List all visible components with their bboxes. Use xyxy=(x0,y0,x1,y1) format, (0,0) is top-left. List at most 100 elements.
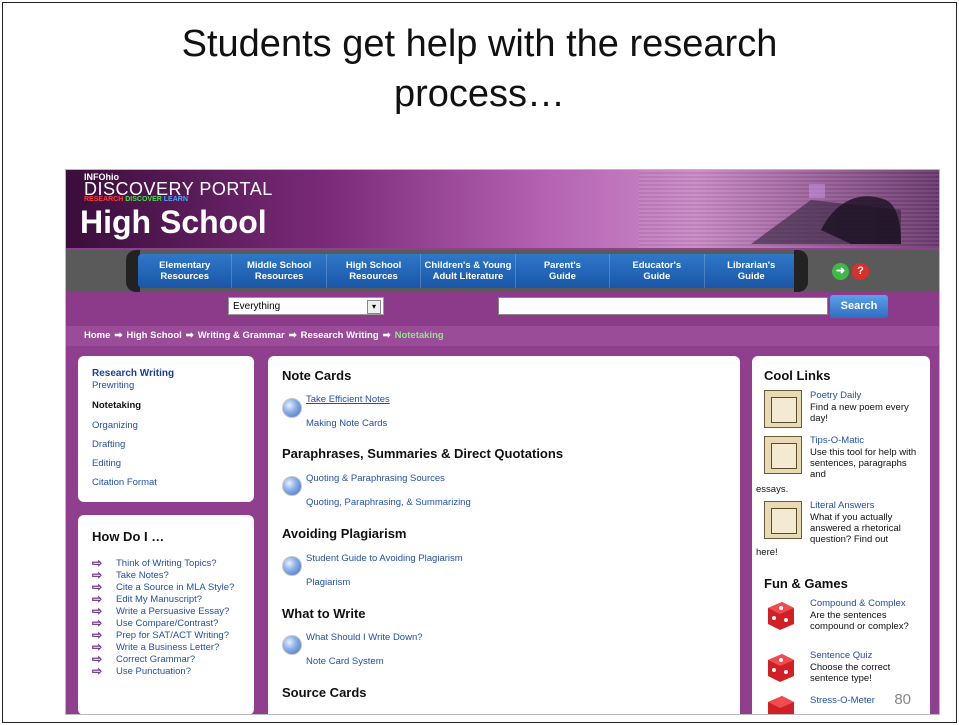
cool-links-heading: Cool Links xyxy=(764,368,831,383)
game-title[interactable]: Compound & Complex xyxy=(810,598,906,609)
resource-link[interactable]: What Should I Write Down? xyxy=(306,632,423,643)
slide: Students get help with the research proc… xyxy=(2,2,957,723)
sidebar-right: Cool Links Poetry Daily Find a new poem … xyxy=(752,356,930,714)
arrow-right-icon: ⇨ xyxy=(92,580,103,594)
main-content-panel: Note Cards Take Efficient Notes Making N… xyxy=(268,356,740,714)
page-number: 80 xyxy=(894,691,911,708)
sidebar-item-drafting[interactable]: Drafting xyxy=(92,439,125,450)
arrow-right-icon: ➡ xyxy=(114,330,123,341)
dice-icon xyxy=(768,654,794,682)
slide-title: Students get help with the research proc… xyxy=(3,19,956,119)
cool-link-desc-tail: here! xyxy=(756,547,778,558)
breadcrumb-research-writing[interactable]: Research Writing xyxy=(301,330,379,341)
sidebar-item-prewriting[interactable]: Prewriting xyxy=(92,380,134,391)
breadcrumb-current: Notetaking xyxy=(394,330,444,341)
list-item[interactable]: ⇨ Edit My Manuscript? xyxy=(92,593,202,605)
resource-link[interactable]: Quoting & Paraphrasing Sources xyxy=(306,473,445,484)
resource-link[interactable]: Note Card System xyxy=(306,656,384,667)
resource-link[interactable]: Student Guide to Avoiding Plagiarism xyxy=(306,553,463,564)
nav-librarians-guide[interactable]: Librarian's Guide xyxy=(705,254,798,288)
nav-middle-school-resources[interactable]: Middle School Resources xyxy=(232,254,327,288)
section-heading: Source Cards xyxy=(282,685,367,700)
cool-link-desc: Use this tool for help with sentences, p… xyxy=(810,447,917,480)
list-item[interactable]: ⇨ Write a Business Letter? xyxy=(92,641,219,653)
game-title[interactable]: Stress-O-Meter xyxy=(810,695,875,706)
search-scope-select[interactable]: Everything ▾ xyxy=(228,297,384,315)
book-icon xyxy=(764,501,802,539)
globe-icon xyxy=(282,398,302,418)
list-item[interactable]: ⇨ Prep for SAT/ACT Writing? xyxy=(92,629,229,641)
list-item[interactable]: ⇨ Use Punctuation? xyxy=(92,665,191,677)
globe-icon xyxy=(282,556,302,576)
list-item[interactable]: ⇨ Correct Grammar? xyxy=(92,653,195,665)
cool-link-desc-tail: essays. xyxy=(756,484,789,495)
nav-educators-guide[interactable]: Educator's Guide xyxy=(610,254,705,288)
nav-elementary-resources[interactable]: Elementary Resources xyxy=(138,254,233,288)
how-do-i-heading: How Do I … xyxy=(92,529,165,544)
cool-link-title[interactable]: Tips-O-Matic xyxy=(810,435,864,446)
globe-icon xyxy=(282,476,302,496)
cool-link-title[interactable]: Poetry Daily xyxy=(810,390,861,401)
slide-title-line-1: Students get help with the research xyxy=(181,23,778,65)
list-item[interactable]: ⇨ Write a Persuasive Essay? xyxy=(92,605,229,617)
book-icon xyxy=(764,436,802,474)
arrow-right-icon: ➡ xyxy=(288,330,297,341)
list-item[interactable]: ⇨ Take Notes? xyxy=(92,569,169,581)
main-nav: Elementary Resources Middle School Resourc… xyxy=(66,250,939,292)
how-do-i-panel: How Do I … ⇨ Think of Writing Topics? ⇨ Ta… xyxy=(78,515,254,714)
breadcrumb-writing-grammar[interactable]: Writing & Grammar xyxy=(198,330,285,341)
arrow-right-icon: ⇨ xyxy=(92,604,103,618)
fun-games-heading: Fun & Games xyxy=(764,576,848,591)
research-writing-heading[interactable]: Research Writing xyxy=(92,368,174,379)
nav-parents-guide[interactable]: Parent's Guide xyxy=(516,254,611,288)
section-heading: Note Cards xyxy=(282,368,352,383)
breadcrumb-high-school[interactable]: High School xyxy=(126,330,181,341)
arrow-right-icon: ⇨ xyxy=(92,568,103,582)
breadcrumb-home[interactable]: Home xyxy=(84,330,110,341)
arrow-right-icon: ➡ xyxy=(382,330,391,341)
resource-link[interactable]: Quoting, Paraphrasing, & Summarizing xyxy=(306,497,471,508)
arrow-right-icon: ➡ xyxy=(185,330,194,341)
cool-link-title[interactable]: Literal Answers xyxy=(810,500,874,511)
list-item[interactable]: ⇨ Think of Writing Topics? xyxy=(92,557,217,569)
arrow-right-icon: ⇨ xyxy=(92,616,103,630)
site-header: INFOhio DISCOVERY PORTAL RESEARCH DISCOV… xyxy=(66,170,939,248)
resource-link[interactable]: Take Efficient Notes xyxy=(306,394,390,405)
search-button[interactable]: Search xyxy=(830,295,888,318)
website-screenshot: INFOhio DISCOVERY PORTAL RESEARCH DISCOV… xyxy=(65,169,940,715)
book-icon xyxy=(764,390,802,428)
slide-title-line-2: process… xyxy=(393,73,566,115)
resource-link[interactable]: Plagiarism xyxy=(306,577,350,588)
nav-high-school-resources[interactable]: High School Resources xyxy=(327,254,422,288)
nav-childrens-literature[interactable]: Children's & Young Adult Literature xyxy=(421,254,516,288)
sidebar-item-citation-format[interactable]: Citation Format xyxy=(92,477,157,488)
search-input[interactable] xyxy=(498,297,828,315)
dice-icon xyxy=(768,696,794,714)
sidebar-item-editing[interactable]: Editing xyxy=(92,458,121,469)
dice-icon xyxy=(768,602,794,630)
list-item[interactable]: ⇨ Use Compare/Contrast? xyxy=(92,617,218,629)
cool-link-desc: What if you actually answered a rhetoric… xyxy=(810,512,901,545)
section-heading: Paraphrases, Summaries & Direct Quotatio… xyxy=(282,446,564,461)
school-level-title: High School xyxy=(80,204,267,240)
go-arrow-icon[interactable]: ➜ xyxy=(832,263,849,280)
keyboard-hand-image xyxy=(751,184,901,244)
help-icon[interactable]: ? xyxy=(852,263,869,280)
arrow-right-icon: ⇨ xyxy=(92,640,103,654)
globe-icon xyxy=(282,635,302,655)
chevron-down-icon: ▾ xyxy=(367,300,381,314)
sidebar-item-notetaking[interactable]: Notetaking xyxy=(92,400,141,411)
arrow-right-icon: ⇨ xyxy=(92,556,103,570)
section-heading: Avoiding Plagiarism xyxy=(282,526,407,541)
research-writing-panel: Research Writing Prewriting Notetaking O… xyxy=(78,356,254,502)
game-desc: Choose the correct sentence type! xyxy=(810,662,891,684)
breadcrumb: Home ➡ High School ➡ Writing & Grammar ➡ Resea… xyxy=(66,326,939,346)
arrow-right-icon: ⇨ xyxy=(92,652,103,666)
resource-link[interactable]: Making Note Cards xyxy=(306,418,387,429)
game-title[interactable]: Sentence Quiz xyxy=(810,650,872,661)
sidebar-item-organizing[interactable]: Organizing xyxy=(92,420,138,431)
nav-bar: Elementary Resources Middle School Resourc… xyxy=(138,254,798,288)
list-item[interactable]: ⇨ Cite a Source in MLA Style? xyxy=(92,581,234,593)
game-desc: Are the sentences compound or complex? xyxy=(810,610,909,632)
cool-link-desc: Find a new poem every day! xyxy=(810,402,909,424)
